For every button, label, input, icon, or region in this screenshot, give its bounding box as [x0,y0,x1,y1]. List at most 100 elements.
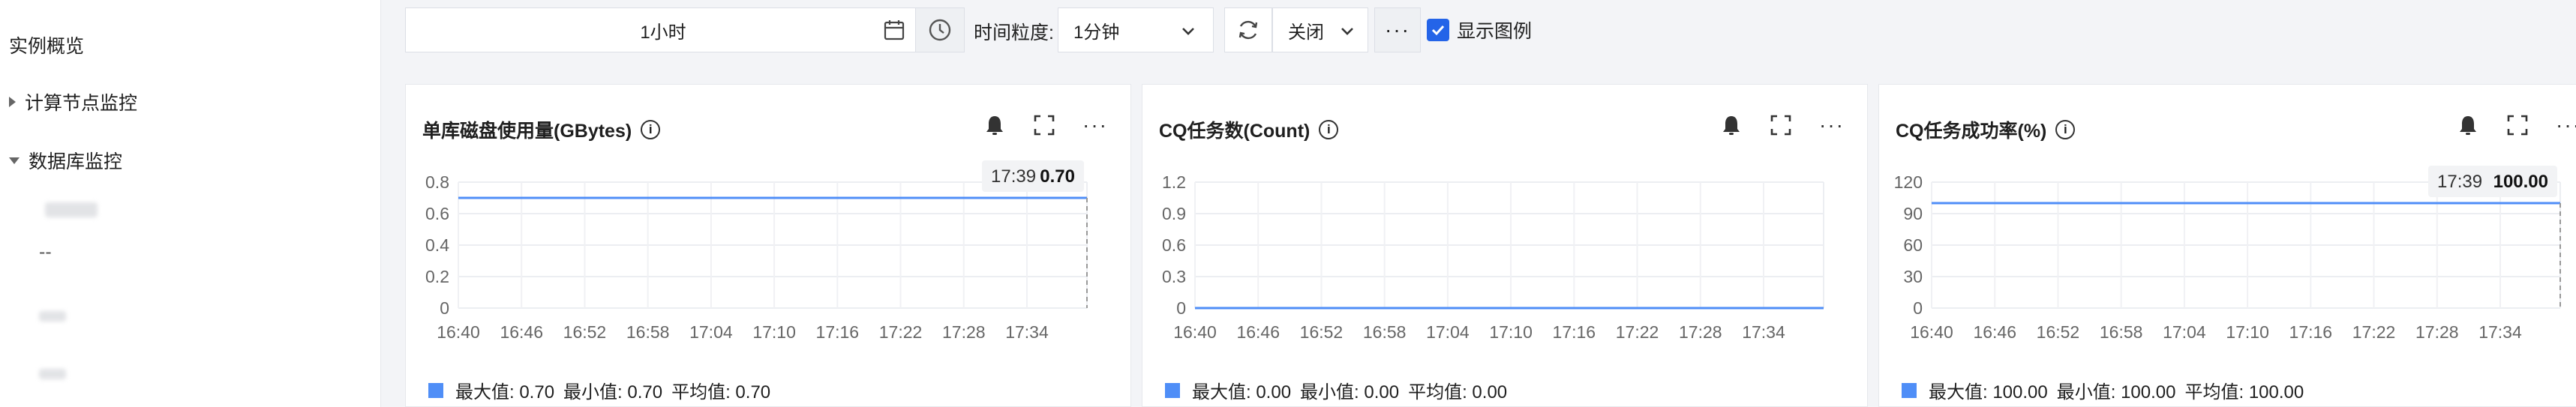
stat-min: 最小值: 0.00 [1300,382,1400,403]
granularity-select[interactable]: 1分钟 [1058,7,1214,52]
x-tick-label: 16:40 [1910,322,1953,342]
fullscreen-icon[interactable] [1770,114,1792,136]
y-tick-label: 0.2 [425,267,449,286]
legend-swatch [1902,382,1917,398]
y-tick-label: 60 [1903,235,1923,255]
x-tick-label: 17:04 [689,322,733,342]
x-tick-label: 16:46 [1236,322,1280,342]
sidebar-item-compute-monitor[interactable]: 计算节点监控 [9,88,137,115]
fullscreen-icon[interactable] [1033,114,1055,136]
refresh-button[interactable] [1224,7,1272,52]
info-icon[interactable]: i [1319,120,1339,139]
legend-swatch [428,382,443,398]
granularity-value: 1分钟 [1073,22,1120,43]
calendar-icon [884,20,905,40]
x-tick-label: 16:40 [1173,322,1217,342]
collapse-arrow-icon [9,157,20,164]
panel-title: CQ任务成功率(%) i [1896,116,2076,143]
line-chart: 0 0.2 0.4 0.6 0.8 16:40 16:46 16:52 16:58 17:04 17… [425,160,1088,342]
y-tick-label: 0.4 [425,235,449,255]
show-legend-checkbox[interactable]: 显示图例 [1427,16,1532,43]
sidebar-item-label: 数据库监控 [29,151,123,172]
sidebar-sub-item[interactable] [39,311,66,322]
info-icon[interactable]: i [641,120,661,139]
x-tick-label: 17:16 [2289,322,2333,342]
line-chart: 0 30 60 90 120 16:40 16:46 16:52 16:58 17:04 17:10… [1894,166,2561,342]
x-tick-label: 16:58 [1363,322,1407,342]
fullscreen-icon[interactable] [2506,114,2529,136]
x-tick-label: 17:34 [2478,322,2522,342]
stat-avg: 平均值: 100.00 [2184,382,2304,403]
sidebar-item-overview[interactable]: 实例概览 [9,31,84,58]
x-tick-label: 17:22 [879,322,923,342]
x-tick-label: 17:10 [2226,322,2269,342]
clock-button[interactable] [915,7,965,52]
y-tick-label: 0 [1913,298,1923,318]
x-tick-label: 17:28 [2415,322,2459,342]
checkmark-icon [1427,19,1449,41]
more-icon[interactable]: ··· [1819,113,1845,137]
info-icon[interactable]: i [2055,120,2076,139]
stat-min: 最小值: 100.00 [2056,382,2176,403]
chart-panel: CQ任务数(Count) i ··· 0 0.3 0.6 0.9 1.2 16:40 16:… [1142,84,1868,407]
tooltip-value: 100.00 [2493,172,2548,192]
stats-legend: 最大值: 0.00 最小值: 0.00 平均值: 0.00 [1165,377,1516,403]
sidebar: 实例概览 计算节点监控 数据库监控 -- [0,0,381,407]
clock-icon [929,19,951,41]
expand-arrow-icon [9,97,16,107]
x-tick-label: 16:52 [1300,322,1344,342]
legend-swatch [1165,382,1180,398]
y-tick-label: 0 [1176,298,1186,318]
tooltip-value: 0.70 [1040,166,1075,187]
stat-min: 最小值: 0.70 [563,382,663,403]
x-tick-label: 17:04 [2163,322,2206,342]
more-icon[interactable]: ··· [2556,113,2576,137]
x-tick-label: 16:58 [2100,322,2143,342]
x-tick-label: 17:22 [2352,322,2396,342]
tooltip-time: 17:39 [991,166,1036,187]
x-tick-label: 17:34 [1005,322,1049,342]
time-range-picker[interactable]: 1小时 [405,7,921,52]
auto-refresh-select[interactable]: 关闭 [1272,7,1368,52]
bell-icon[interactable] [983,114,1006,136]
x-tick-label: 17:28 [1679,322,1722,342]
sidebar-item-db-monitor[interactable]: 数据库监控 [9,147,122,174]
panel-title: CQ任务数(Count) i [1159,116,1339,143]
y-tick-label: 30 [1903,267,1923,286]
y-tick-label: 120 [1894,172,1923,192]
line-chart: 0 0.3 0.6 0.9 1.2 16:40 16:46 16:52 16:58 17:04 17… [1162,172,1824,342]
sidebar-sub-item[interactable]: -- [39,241,52,263]
x-tick-label: 16:58 [626,322,670,342]
stat-max: 最大值: 0.70 [455,382,555,403]
bell-icon[interactable] [2457,114,2479,136]
toolbar: 1小时 时间粒度: 1分钟 关闭 ··· 显示图例 [390,0,2576,64]
granularity-label: 时间粒度: [974,22,1054,43]
x-tick-label: 16:52 [2037,322,2080,342]
stat-max: 最大值: 0.00 [1192,382,1292,403]
refresh-icon [1238,20,1258,40]
x-tick-label: 16:52 [563,322,607,342]
stats-legend: 最大值: 100.00 最小值: 100.00 平均值: 100.00 [1902,377,2313,403]
stat-avg: 平均值: 0.00 [1408,382,1508,403]
y-tick-label: 0.3 [1162,267,1186,286]
x-tick-label: 17:28 [942,322,986,342]
sidebar-sub-item[interactable] [39,369,66,379]
bell-icon[interactable] [1720,114,1743,136]
chart-panel: CQ任务成功率(%) i ··· 0 30 60 90 120 16:40 16:46 16:… [1878,84,2576,407]
x-tick-label: 17:34 [1742,322,1785,342]
y-tick-label: 0.6 [1162,235,1186,255]
sidebar-sub-item[interactable] [45,202,98,217]
y-tick-label: 0 [440,298,449,318]
x-tick-label: 17:22 [1616,322,1659,342]
chevron-down-icon [1341,28,1353,35]
more-options-button[interactable]: ··· [1374,7,1421,52]
y-tick-label: 0.9 [1162,204,1186,223]
y-tick-label: 0.8 [425,172,449,192]
x-tick-label: 16:46 [500,322,543,342]
sidebar-item-label: 实例概览 [9,36,85,57]
time-range-value: 1小时 [640,22,686,43]
more-icon[interactable]: ··· [1082,113,1108,137]
stats-legend: 最大值: 0.70 最小值: 0.70 平均值: 0.70 [428,377,779,403]
y-tick-label: 90 [1903,204,1923,223]
panel-actions: ··· [983,113,1108,137]
